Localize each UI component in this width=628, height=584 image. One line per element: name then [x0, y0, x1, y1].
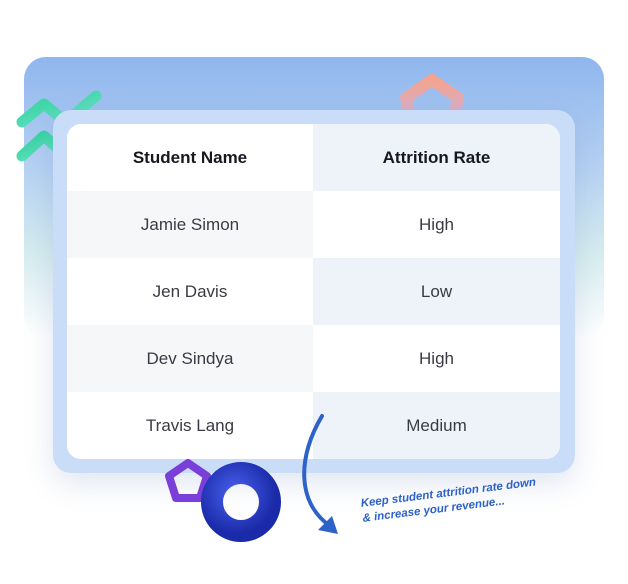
attrition-table: Student Name Attrition Rate Jamie Simon … [67, 124, 560, 459]
table-row: Dev Sindya High [67, 325, 560, 392]
table-header-row: Student Name Attrition Rate [67, 124, 560, 191]
torus-icon [201, 462, 281, 542]
header-student-name: Student Name [67, 124, 313, 191]
tagline-caption: Keep student attrition rate down & incre… [360, 473, 562, 527]
student-name-cell: Travis Lang [67, 392, 313, 459]
curved-arrow-icon [302, 414, 338, 534]
student-name-cell: Jen Davis [67, 258, 313, 325]
table-row: Jamie Simon High [67, 191, 560, 258]
student-name-cell: Jamie Simon [67, 191, 313, 258]
header-attrition-rate: Attrition Rate [313, 124, 560, 191]
table-row: Jen Davis Low [67, 258, 560, 325]
attrition-rate-cell: High [313, 191, 560, 258]
attrition-rate-cell: High [313, 325, 560, 392]
student-name-cell: Dev Sindya [67, 325, 313, 392]
attrition-rate-cell: Low [313, 258, 560, 325]
